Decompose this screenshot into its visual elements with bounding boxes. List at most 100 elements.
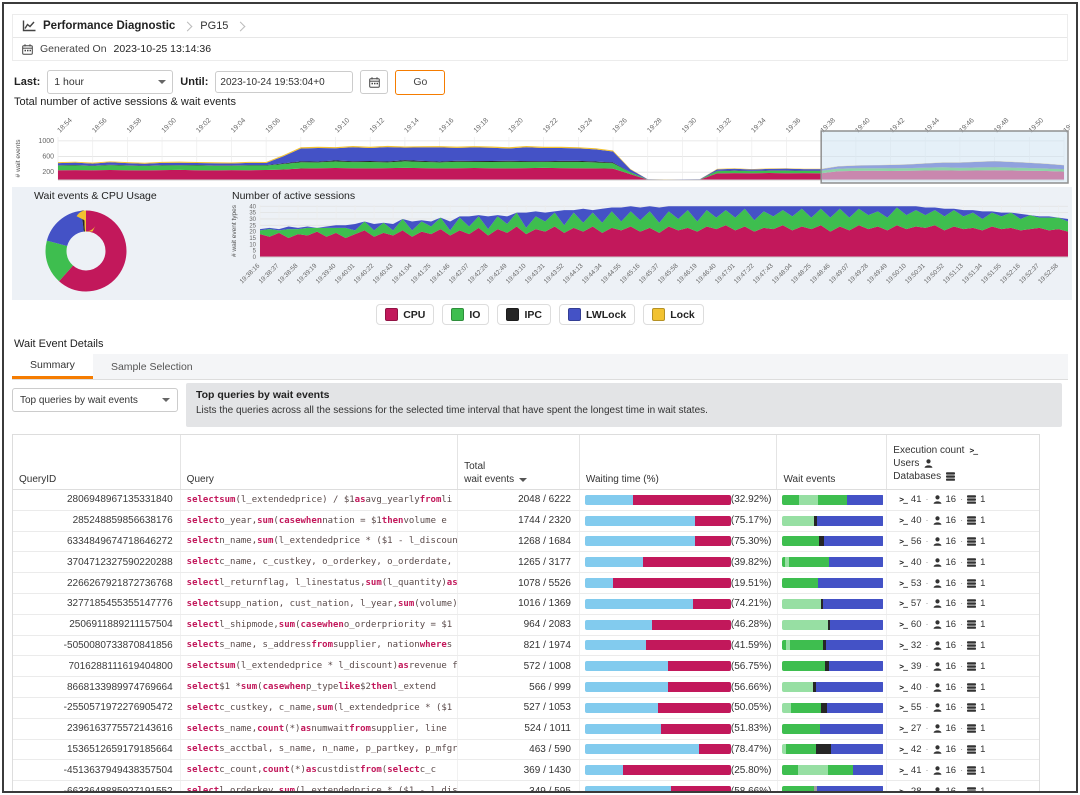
execution-count: 53 — [911, 578, 922, 589]
users-count: 16 — [946, 557, 957, 568]
legend-toggle-io[interactable]: IO — [442, 304, 489, 325]
table-row[interactable]: 6334849674718646272 select n_name, sum(l… — [13, 531, 1039, 552]
exec-cell: >_ 55 16 1 — [887, 698, 1039, 718]
query-filter-value: Top queries by wait events — [20, 395, 138, 406]
until-calendar-button[interactable] — [360, 70, 388, 94]
users-count: 16 — [946, 786, 957, 793]
table-row[interactable]: 3704712327590220288 select c_name, c_cus… — [13, 551, 1039, 572]
table-row[interactable]: 2806948967135331840 select sum(l_extende… — [13, 490, 1039, 510]
wait-events-cell — [778, 573, 888, 593]
waiting-time-bar — [585, 495, 731, 505]
waiting-time-bar — [585, 599, 731, 609]
svg-text:30: 30 — [249, 217, 256, 223]
legend-toggle-lock[interactable]: Lock — [643, 304, 704, 325]
table-row[interactable]: 8668133989974769664 select $1 * sum(case… — [13, 676, 1039, 697]
user-icon — [933, 641, 942, 650]
table-row[interactable]: 1536512659179185664 select s_acctbal, s_… — [13, 739, 1039, 760]
legend-toggle-ipc[interactable]: IPC — [497, 304, 551, 325]
go-button[interactable]: Go — [395, 70, 445, 95]
legend-toggle-cpu[interactable]: CPU — [376, 304, 434, 325]
time-controls: Last: 1 hour Until: Go — [14, 70, 445, 94]
generated-on-bar: Generated On 2023-10-25 13:14:36 — [13, 38, 1067, 60]
wait-events-bar — [782, 557, 884, 567]
svg-text:19:36: 19:36 — [785, 117, 802, 134]
user-icon — [933, 537, 942, 546]
svg-text:0: 0 — [253, 255, 257, 261]
breadcrumb-server[interactable]: PG15 — [200, 20, 228, 32]
generated-on-value: 2023-10-25 13:14:36 — [114, 43, 212, 55]
svg-text:40: 40 — [249, 204, 256, 210]
waiting-time-bar — [585, 640, 731, 650]
legend-toggle-lwlock[interactable]: LWLock — [559, 304, 635, 325]
waiting-time-cell: (75.30%) — [580, 532, 778, 552]
user-icon — [933, 558, 942, 567]
wait-events-bar — [782, 682, 884, 692]
query-text: select sum(l_extendedprice * l_discount)… — [181, 656, 458, 676]
waiting-time-pct: (25.80%) — [731, 765, 778, 776]
wait-events-bar — [782, 599, 884, 609]
query-filter-select[interactable]: Top queries by wait events — [12, 388, 178, 412]
user-icon — [933, 787, 942, 793]
table-row[interactable]: -4513637949438357504 select c_count, cou… — [13, 759, 1039, 780]
query-id: -4513637949438357504 — [13, 760, 181, 780]
svg-text:19:08: 19:08 — [299, 117, 316, 134]
users-count: 16 — [946, 765, 957, 776]
waiting-time-bar — [585, 682, 731, 692]
tab-summary[interactable]: Summary — [12, 354, 93, 379]
total-wait-events: 349 / 595 — [458, 781, 580, 793]
execution-count: 40 — [911, 515, 922, 526]
svg-text:19:34: 19:34 — [750, 117, 767, 134]
table-row[interactable]: 7016288111619404800 select sum(l_extende… — [13, 655, 1039, 676]
terminal-icon: >_ — [899, 558, 907, 567]
user-icon — [933, 683, 942, 692]
waiting-time-cell: (51.83%) — [580, 719, 778, 739]
waiting-time-pct: (58.66%) — [731, 786, 778, 793]
breadcrumb: Performance Diagnostic PG15 — [13, 15, 1067, 38]
last-interval-select[interactable]: 1 hour — [47, 70, 173, 94]
tab-sample-selection[interactable]: Sample Selection — [93, 354, 211, 379]
wait-events-cell — [778, 677, 888, 697]
time-selection-brush[interactable] — [821, 131, 1068, 183]
table-row[interactable]: 2266267921872736768 select l_returnflag,… — [13, 572, 1039, 593]
table-row[interactable]: -2550571972276905472 select c_custkey, c… — [13, 697, 1039, 718]
until-datetime-input[interactable] — [215, 71, 353, 93]
waiting-time-cell: (74.21%) — [580, 594, 778, 614]
total-wait-events: 524 / 1011 — [458, 719, 580, 739]
queries-table: QueryID Query Total wait events Waiting … — [12, 434, 1040, 793]
databases-count: 1 — [980, 557, 985, 568]
col-total-wait-events[interactable]: Total wait events — [458, 435, 580, 489]
svg-text:19:26: 19:26 — [611, 117, 628, 134]
col-queryid: QueryID — [13, 435, 181, 489]
table-row[interactable]: 3277185455355147776 select supp_nation, … — [13, 593, 1039, 614]
waiting-time-bar — [585, 703, 731, 713]
table-row[interactable]: 2396163775572143616 select s_name, count… — [13, 718, 1039, 739]
terminal-icon: >_ — [899, 579, 907, 588]
query-text: select s_acctbal, s_name, n_name, p_part… — [181, 740, 458, 760]
database-icon — [967, 537, 976, 546]
query-text: select n_name, sum(l_extendedprice * ($1… — [181, 532, 458, 552]
waiting-time-bar — [585, 661, 731, 671]
table-row[interactable]: -5050080733870841856 select s_name, s_ad… — [13, 635, 1039, 656]
execution-count: 41 — [911, 765, 922, 776]
svg-text:19:10: 19:10 — [334, 117, 351, 134]
page-title: Performance Diagnostic — [43, 20, 175, 32]
svg-text:5: 5 — [253, 249, 257, 255]
svg-text:# wait events: # wait events — [15, 139, 22, 178]
svg-text:25: 25 — [249, 223, 256, 229]
total-wait-events: 527 / 1053 — [458, 698, 580, 718]
user-icon — [924, 459, 933, 468]
database-icon — [946, 472, 955, 481]
table-row[interactable]: -6633648885927191552 select l_orderkey, … — [13, 780, 1039, 793]
users-count: 16 — [946, 744, 957, 755]
svg-text:19:18: 19:18 — [473, 117, 490, 134]
svg-text:19:12: 19:12 — [369, 117, 386, 134]
table-row[interactable]: 285248859856638176 select o_year, sum(ca… — [13, 510, 1039, 531]
table-header: QueryID Query Total wait events Waiting … — [13, 435, 1039, 490]
waiting-time-bar — [585, 620, 731, 630]
waiting-time-cell: (25.80%) — [580, 760, 778, 780]
waiting-time-cell: (39.82%) — [580, 552, 778, 572]
sessions-waits-chart[interactable]: 200600100018:5418:5618:5819:0019:0219:04… — [12, 107, 1070, 190]
database-icon — [967, 620, 976, 629]
waiting-time-cell: (58.66%) — [580, 781, 778, 793]
table-row[interactable]: 2506911889211157504 select l_shipmode, s… — [13, 614, 1039, 635]
